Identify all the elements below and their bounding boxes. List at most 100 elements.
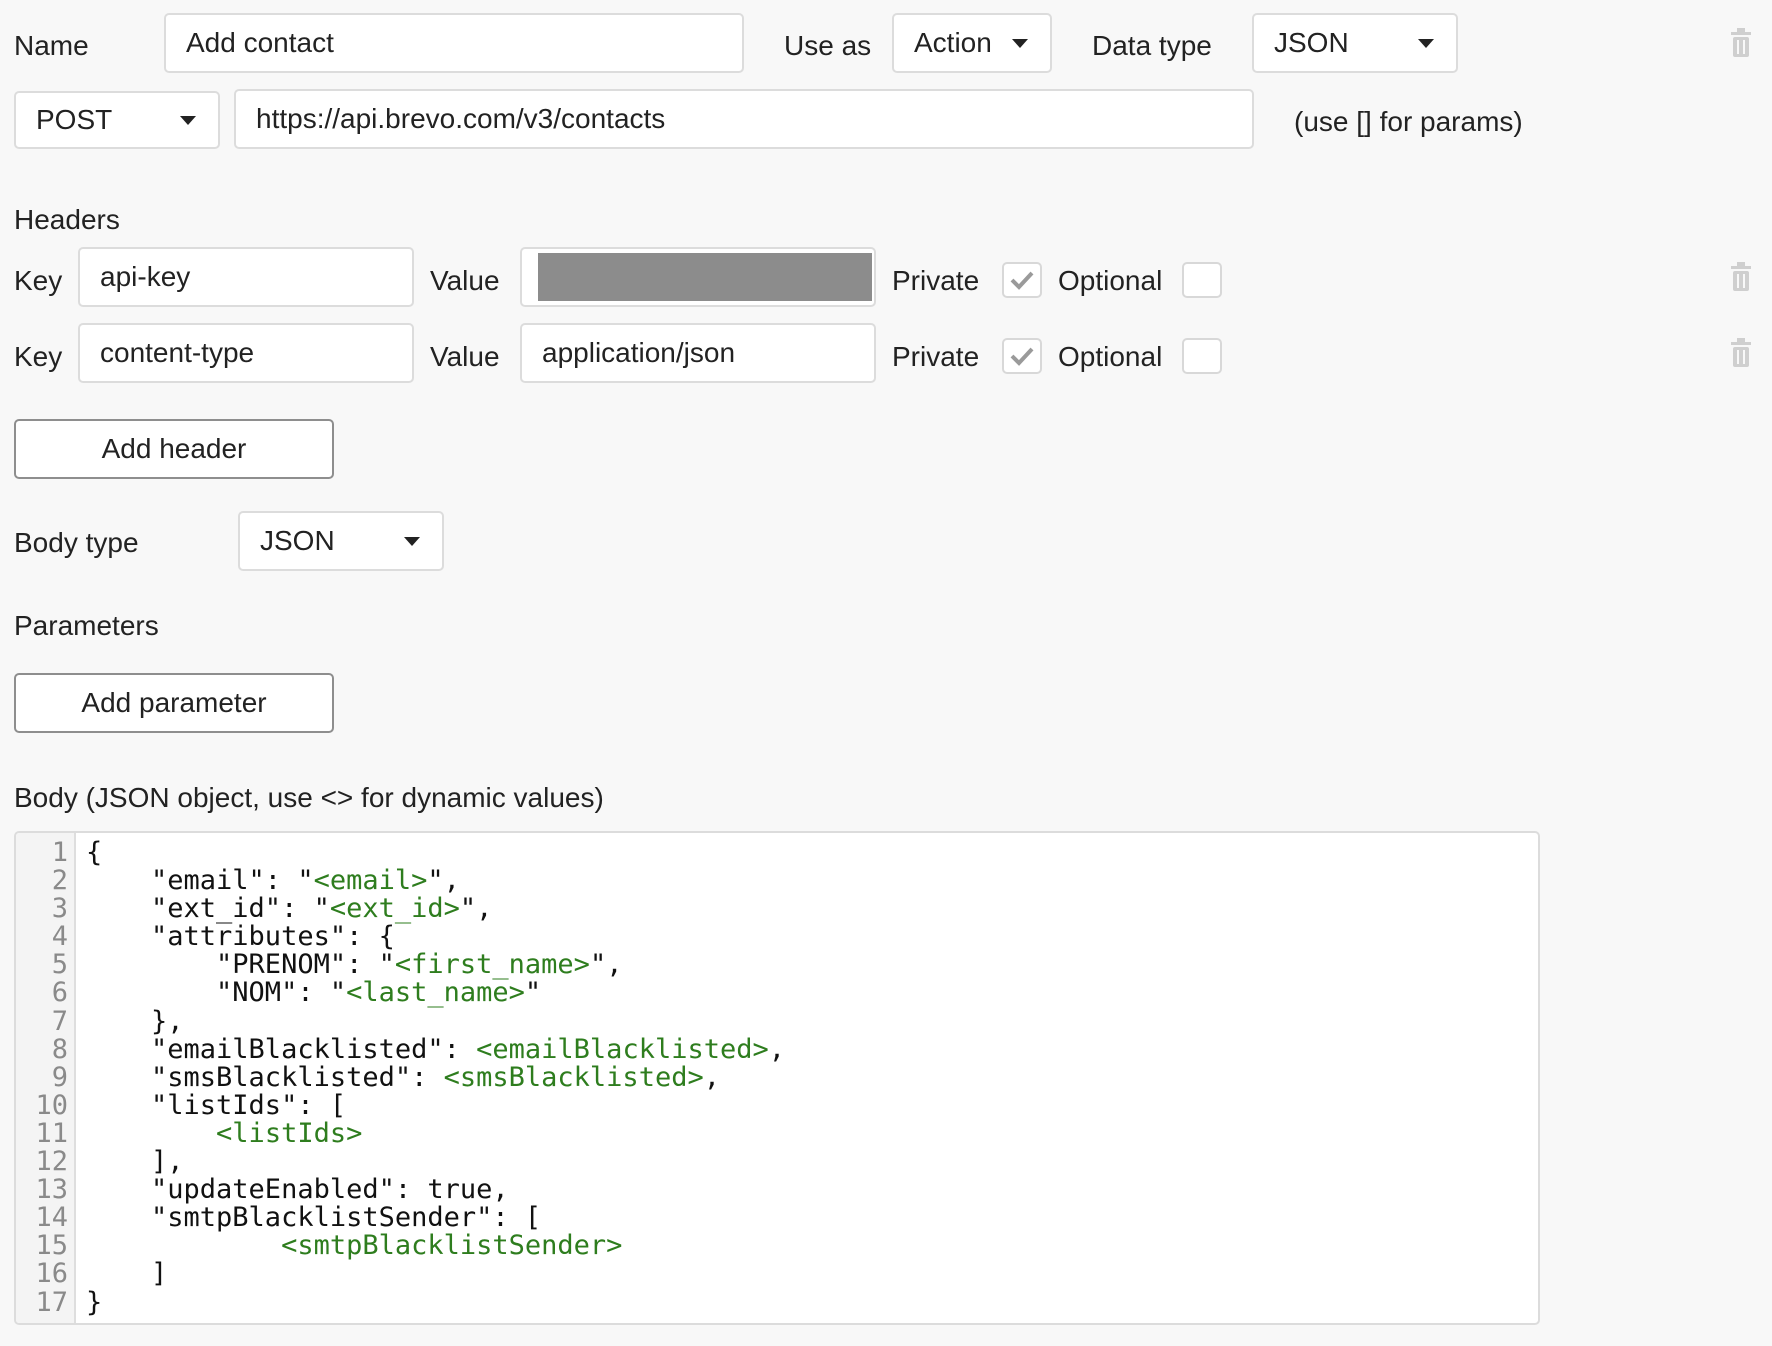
optional-checkbox[interactable]	[1182, 338, 1222, 374]
code-token: ,	[768, 1033, 786, 1065]
code-token: "ext_id": "	[86, 893, 330, 925]
add-parameter-label: Add parameter	[81, 687, 267, 718]
code-token: "	[524, 977, 542, 1009]
line-number: 17	[35, 1286, 68, 1318]
data-type-value: JSON	[1274, 27, 1349, 58]
code-line: <smtpBlacklistSender>	[86, 1232, 785, 1260]
optional-label: Optional	[1058, 265, 1163, 296]
code-line: "listIds": [	[86, 1089, 785, 1121]
code-token: }	[86, 1286, 103, 1318]
add-header-button[interactable]: Add header	[14, 419, 334, 479]
trash-icon[interactable]	[1730, 338, 1752, 368]
line-number: 11	[35, 1117, 68, 1149]
code-line: "NOM": "<last_name>"	[86, 979, 785, 1007]
dynamic-value-token: <emailBlacklisted>	[476, 1033, 769, 1065]
header-key-value: content-type	[100, 337, 255, 368]
code-token: "email": "	[86, 865, 314, 897]
code-token: "smtpBlacklistSender": [	[86, 1202, 542, 1234]
header-value-input[interactable]	[520, 247, 876, 307]
code-token: "PRENOM": "	[86, 949, 395, 981]
body-title: Body (JSON object, use <> for dynamic va…	[14, 782, 604, 813]
line-number: 7	[51, 1005, 68, 1037]
code-line: },	[86, 1005, 785, 1037]
headers-title: Headers	[14, 204, 120, 235]
code-token: "attributes": {	[86, 921, 395, 953]
line-number: 1	[51, 837, 68, 868]
code-token: ]	[86, 1258, 168, 1290]
code-line: ]	[86, 1260, 785, 1288]
private-label: Private	[892, 341, 980, 372]
optional-checkbox[interactable]	[1182, 262, 1222, 298]
code-token: "smsBlacklisted":	[86, 1061, 444, 1093]
code-line: "email": "<email>",	[86, 867, 785, 895]
url-input-value: https://api.brevo.com/v3/contacts	[256, 103, 666, 134]
line-number: 9	[51, 1061, 68, 1093]
private-label: Private	[892, 265, 980, 296]
method-dropdown[interactable]: POST	[14, 91, 220, 149]
url-input[interactable]: https://api.brevo.com/v3/contacts	[234, 89, 1254, 149]
code-token: "listIds": [	[86, 1089, 347, 1121]
code-line: {	[86, 838, 785, 867]
data-type-dropdown[interactable]: JSON	[1252, 13, 1458, 73]
header-value-label: Value	[430, 265, 500, 296]
body-type-dropdown[interactable]: JSON	[238, 511, 444, 571]
private-checkbox[interactable]	[1002, 262, 1042, 298]
dynamic-value-token: <first_name>	[394, 949, 590, 981]
line-number: 6	[51, 977, 68, 1009]
code-token: ,	[703, 1061, 720, 1093]
line-number: 14	[35, 1202, 68, 1234]
code-line: }	[86, 1286, 785, 1318]
code-token: "emailBlacklisted":	[86, 1033, 477, 1065]
line-number: 5	[51, 949, 68, 981]
code-line: ],	[86, 1146, 785, 1178]
line-number: 8	[51, 1033, 68, 1065]
dynamic-value-token: <ext_id>	[329, 893, 460, 925]
line-number: 10	[35, 1089, 68, 1121]
code-token: "updateEnabled": true,	[86, 1174, 509, 1206]
check-icon	[1010, 347, 1034, 366]
line-number: 3	[51, 893, 68, 925]
private-checkbox[interactable]	[1002, 338, 1042, 374]
use-as-dropdown[interactable]: Action	[892, 13, 1052, 73]
line-number-gutter: 1 2 3 4 5 6 7 8 9 10 11 12 13 14 15 16 17	[16, 833, 76, 1323]
code-token: ",	[459, 893, 493, 925]
code-line: "smtpBlacklistSender": [	[86, 1204, 785, 1232]
trash-icon[interactable]	[1730, 28, 1752, 58]
header-value-input[interactable]: application/json	[520, 323, 876, 383]
code-line: "emailBlacklisted": <emailBlacklisted>,	[86, 1033, 786, 1065]
json-body-editor[interactable]: 1 2 3 4 5 6 7 8 9 10 11 12 13 14 15 16 17 { "email": "<e…	[14, 831, 1540, 1325]
code-token: },	[86, 1005, 184, 1037]
method-value: POST	[36, 104, 113, 135]
line-number: 12	[35, 1146, 68, 1178]
header-key-input[interactable]: api-key	[78, 247, 414, 307]
body-type-label: Body type	[14, 527, 139, 558]
code-area[interactable]: { "email": "<email>", "ext_id": "<ext_id…	[76, 833, 785, 1323]
code-line: "PRENOM": "<first_name>",	[86, 951, 785, 979]
caret-down-icon	[404, 536, 420, 546]
line-number: 4	[51, 921, 68, 953]
header-key-input[interactable]: content-type	[78, 323, 414, 383]
code-line: "smsBlacklisted": <smsBlacklisted>,	[86, 1061, 785, 1093]
header-value-label: Value	[430, 341, 500, 372]
check-icon	[1010, 271, 1034, 290]
code-line: "ext_id": "<ext_id>",	[86, 895, 785, 923]
header-value-text: application/json	[542, 337, 736, 368]
line-number: 15	[35, 1230, 68, 1262]
code-token: ",	[427, 865, 460, 897]
caret-down-icon	[1418, 38, 1434, 48]
header-key-value: api-key	[100, 261, 191, 292]
name-input[interactable]: Add contact	[164, 13, 744, 73]
trash-icon[interactable]	[1730, 262, 1752, 292]
line-number: 16	[35, 1258, 68, 1290]
code-token: ],	[86, 1146, 184, 1178]
add-parameter-button[interactable]: Add parameter	[14, 673, 334, 733]
header-key-label: Key	[14, 341, 63, 372]
line-number: 2	[51, 865, 68, 897]
parameters-title: Parameters	[14, 610, 159, 641]
code-token: "NOM": "	[86, 977, 347, 1009]
code-line: <listIds>	[86, 1118, 785, 1149]
body-type-value: JSON	[260, 525, 335, 556]
dynamic-value-token: <smsBlacklisted>	[443, 1061, 704, 1093]
